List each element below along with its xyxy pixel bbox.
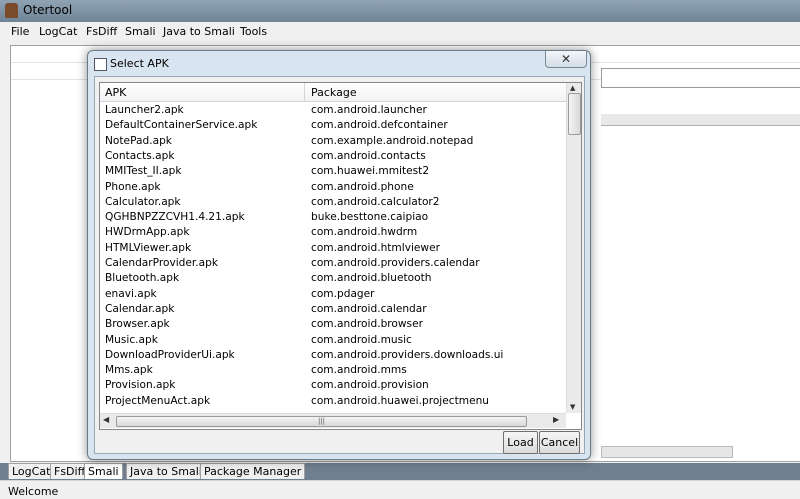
package-cell: com.android.calculator2: [311, 195, 440, 208]
cancel-button[interactable]: Cancel: [539, 431, 580, 454]
package-cell: com.android.huawei.projectmenu: [311, 394, 490, 407]
apk-cell: DownloadProviderUi.apk: [105, 348, 235, 361]
table-row[interactable]: Mms.apk com.android.mms: [100, 363, 566, 378]
panel-header-bar: [601, 114, 800, 126]
menu-tools[interactable]: Tools: [240, 25, 267, 38]
package-cell: com.android.provision: [311, 379, 429, 392]
table-row[interactable]: Music.apk com.android.music: [100, 333, 566, 348]
scroll-thumb[interactable]: |||: [116, 416, 527, 427]
tab-package-manager[interactable]: Package Manager: [200, 463, 306, 479]
package-cell: com.android.browser: [311, 318, 423, 331]
table-row[interactable]: CalendarProvider.apk com.android.provider…: [100, 256, 566, 271]
scroll-up-arrow-icon[interactable]: ▲: [570, 84, 575, 92]
menu-fsdiff[interactable]: FsDiff: [86, 25, 117, 38]
apk-cell: Bluetooth.apk: [105, 272, 180, 285]
apk-cell: DefaultContainerService.apk: [105, 119, 258, 132]
window-title: Otertool: [23, 3, 73, 17]
package-cell: com.example.android.notepad: [311, 134, 474, 147]
apk-cell: Launcher2.apk: [105, 104, 184, 116]
apk-cell: enavi.apk: [105, 287, 157, 300]
table-row[interactable]: Browser.apk com.android.browser: [100, 317, 566, 332]
column-divider[interactable]: [304, 83, 305, 101]
table-row[interactable]: Calculator.apk com.android.calculator2: [100, 195, 566, 210]
package-cell: com.android.mms: [311, 364, 407, 377]
apk-cell: Browser.apk: [105, 318, 170, 331]
package-cell: com.pdager: [311, 287, 375, 300]
panel-scrollbar[interactable]: [601, 446, 733, 458]
apk-cell: NotePad.apk: [105, 134, 172, 147]
table-row[interactable]: Launcher2.apk com.android.launcher: [100, 103, 566, 118]
apk-cell: HWDrmApp.apk: [105, 226, 190, 239]
scroll-down-arrow-icon[interactable]: ▼: [570, 403, 575, 411]
status-text: Welcome: [8, 485, 59, 498]
apk-cell: MMITest_II.apk: [105, 165, 182, 178]
apk-cell: Mms.apk: [105, 364, 153, 377]
table-row[interactable]: enavi.apk com.pdager: [100, 287, 566, 302]
apk-cell: Contacts.apk: [105, 149, 175, 162]
tab-java-to-smali[interactable]: Java to Smali: [126, 463, 206, 479]
package-cell: com.android.calendar: [311, 302, 427, 315]
menu-logcat[interactable]: LogCat: [39, 25, 77, 38]
apk-cell: Calculator.apk: [105, 195, 181, 208]
apk-table[interactable]: APK Package Launcher2.apk com.android.lau…: [99, 82, 582, 430]
tab-smali[interactable]: Smali: [84, 463, 123, 479]
table-row[interactable]: NotePad.apk com.example.android.notepad: [100, 134, 566, 149]
menu-file[interactable]: File: [11, 25, 29, 38]
load-button[interactable]: Load: [503, 431, 538, 454]
apk-cell: Calendar.apk: [105, 302, 175, 315]
table-row[interactable]: Bluetooth.apk com.android.bluetooth: [100, 271, 566, 286]
apk-cell: QGHBNPZZCVH1.4.21.apk: [105, 211, 245, 224]
package-cell: com.android.music: [311, 333, 412, 346]
package-cell: com.android.bluetooth: [311, 272, 432, 285]
package-cell: com.android.providers.downloads.ui: [311, 348, 504, 361]
scroll-right-arrow-icon[interactable]: ▶: [553, 415, 559, 424]
apk-cell: Phone.apk: [105, 180, 161, 193]
table-row[interactable]: DownloadProviderUi.apk com.android.provid…: [100, 348, 566, 363]
apk-cell: HTMLViewer.apk: [105, 241, 192, 254]
scroll-left-arrow-icon[interactable]: ◀: [103, 415, 109, 424]
package-cell: com.android.providers.calendar: [311, 257, 480, 269]
table-row[interactable]: Contacts.apk com.android.contacts: [100, 149, 566, 164]
package-cell: com.android.defcontainer: [311, 119, 448, 132]
close-button[interactable]: ✕: [545, 51, 587, 68]
table-row[interactable]: ProjectMenuAct.apk com.android.huawei.pro…: [100, 394, 566, 409]
package-cell: com.android.contacts: [311, 149, 426, 162]
window-icon: [94, 58, 107, 71]
package-cell: com.android.launcher: [311, 104, 427, 116]
package-cell: com.android.htmlviewer: [311, 241, 440, 254]
package-cell: com.android.hwdrm: [311, 226, 418, 239]
table-row[interactable]: Phone.apk com.android.phone: [100, 180, 566, 195]
table-row[interactable]: QGHBNPZZCVH1.4.21.apk buke.besttone.caipi…: [100, 210, 566, 225]
window-titlebar: Otertool: [0, 0, 800, 22]
column-header-package[interactable]: Package: [311, 86, 357, 99]
table-header: APK Package: [100, 83, 581, 102]
package-cell: com.huawei.mmitest2: [311, 165, 430, 178]
panel-text-field[interactable]: [601, 68, 800, 88]
table-row[interactable]: HWDrmApp.apk com.android.hwdrm: [100, 225, 566, 240]
apk-cell: Music.apk: [105, 333, 158, 346]
package-cell: buke.besttone.caipiao: [311, 211, 429, 224]
table-row[interactable]: HTMLViewer.apk com.android.htmlviewer: [100, 241, 566, 256]
dialog-body: APK Package Launcher2.apk com.android.lau…: [94, 76, 585, 454]
scroll-thumb[interactable]: [568, 93, 581, 135]
column-header-apk[interactable]: APK: [105, 86, 126, 99]
menu-bar: File LogCat FsDiff Smali Java to Smali T…: [0, 22, 800, 41]
select-apk-dialog: Select APK ✕ APK Package Launcher2.apk co…: [87, 50, 591, 460]
apk-cell: CalendarProvider.apk: [105, 257, 218, 269]
menu-smali[interactable]: Smali: [125, 25, 156, 38]
app-icon: [5, 3, 18, 18]
apk-cell: Provision.apk: [105, 379, 176, 392]
vertical-scrollbar[interactable]: ▲ ▼: [566, 83, 581, 413]
horizontal-scrollbar[interactable]: ◀ ||| ▶: [100, 413, 566, 428]
table-row[interactable]: MMITest_II.apk com.huawei.mmitest2: [100, 164, 566, 179]
table-row[interactable]: Provision.apk com.android.provision: [100, 378, 566, 393]
menu-java-to-smali[interactable]: Java to Smali: [163, 25, 235, 38]
package-cell: com.android.phone: [311, 180, 414, 193]
apk-cell: ProjectMenuAct.apk: [105, 394, 211, 407]
status-bar: Welcome: [0, 480, 800, 499]
tab-logcat[interactable]: LogCat: [8, 463, 55, 479]
table-row[interactable]: DefaultContainerService.apk com.android.d…: [100, 118, 566, 133]
table-row[interactable]: Calendar.apk com.android.calendar: [100, 302, 566, 317]
dialog-title: Select APK: [110, 57, 169, 70]
